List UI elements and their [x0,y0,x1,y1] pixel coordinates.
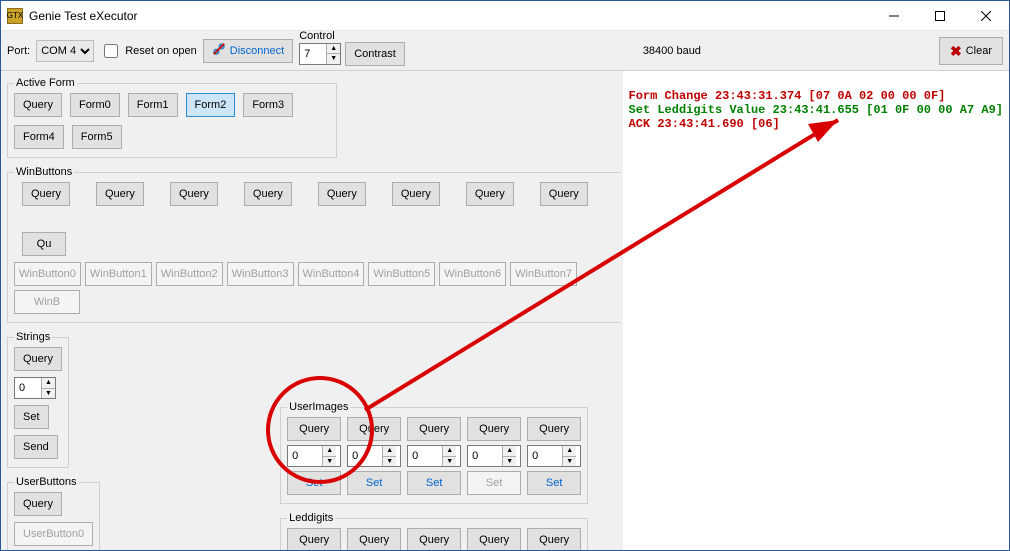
userbuttons-group: UserButtons Query UserButton0 ▲▼ Set Blo… [7,476,100,550]
leddigits-grid-query-4[interactable]: Query [527,528,581,550]
winbuttons-group: WinButtons Query Query Query Query Query Quer… [7,166,621,323]
leddigits-grid-query-0[interactable]: Query [287,528,341,550]
window-title: Genie Test eXecutor [29,9,138,23]
userimages-grid-set-0[interactable]: Set [287,471,341,495]
reset-on-open-checkbox[interactable] [104,44,118,58]
toolbar: Port: COM 4 Reset on open Disconnect Con… [1,31,1009,71]
userimages-grid-query-2[interactable]: Query [407,417,461,441]
active-form-legend: Active Form [14,77,77,89]
form-tab-form1[interactable]: Form1 [128,93,178,117]
leddigits-legend: Leddigits [287,512,335,524]
winbutton-query-8[interactable]: Qu [22,232,66,256]
port-select[interactable]: COM 4 [36,40,94,62]
leddigits-grid-query-1[interactable]: Query [347,528,401,550]
form-tab-form3[interactable]: Form3 [243,93,293,117]
winbutton-5[interactable]: WinButton5 [368,262,435,286]
userimages-grid-set-1[interactable]: Set [347,471,401,495]
userimages-legend: UserImages [287,401,350,413]
form-tab-form5[interactable]: Form5 [72,125,122,149]
winbutton-8[interactable]: WinB [14,290,80,314]
strings-send-button[interactable]: Send [14,435,58,459]
winbutton-query-5[interactable]: Query [392,182,440,206]
strings-group: Strings Query ▲▼ Set Send [7,331,69,468]
winbutton-4[interactable]: WinButton4 [298,262,365,286]
control-spinbox[interactable]: ▲▼ [299,43,341,65]
clear-button[interactable]: ✖ Clear [939,37,1003,65]
winbutton-2[interactable]: WinButton2 [156,262,223,286]
controls-pane: Active Form Query Form0 Form1 Form2 Form3 For… [1,71,621,550]
winbutton-1[interactable]: WinButton1 [85,262,152,286]
control-value[interactable] [300,44,326,64]
userimages-group: UserImages QueryQueryQueryQueryQuery▲▼▲▼… [280,401,588,504]
log-line: Form Change 23:43:31.374 [07 0A 02 00 00… [629,89,946,103]
control-label: Control [299,30,334,42]
winbutton-query-3[interactable]: Query [244,182,292,206]
winbutton-query-7[interactable]: Query [540,182,588,206]
form-tab-form2[interactable]: Form2 [186,93,236,117]
winbutton-query-0[interactable]: Query [22,182,70,206]
reset-on-open-label: Reset on open [125,45,197,57]
winbutton-0[interactable]: WinButton0 [14,262,81,286]
minimize-button[interactable] [871,1,917,31]
strings-query-button[interactable]: Query [14,347,62,371]
maximize-button[interactable] [917,1,963,31]
disconnect-button[interactable]: Disconnect [203,39,293,63]
close-button[interactable] [963,1,1009,31]
winbutton-query-6[interactable]: Query [466,182,514,206]
log-pane: Form Change 23:43:31.374 [07 0A 02 00 00… [621,71,1009,550]
userimages-grid-spinbox-0[interactable]: ▲▼ [287,445,341,467]
winbutton-query-4[interactable]: Query [318,182,366,206]
userimages-grid-query-1[interactable]: Query [347,417,401,441]
winbutton-query-1[interactable]: Query [96,182,144,206]
maximize-icon [935,11,945,21]
minimize-icon [889,11,899,21]
leddigits-grid-query-3[interactable]: Query [467,528,521,550]
userbuttons-legend: UserButtons [14,476,79,488]
userimages-grid-spinbox-4[interactable]: ▲▼ [527,445,581,467]
userimages-grid-query-4[interactable]: Query [527,417,581,441]
userbuttons-query-button[interactable]: Query [14,492,62,516]
app-icon: GTX [7,8,23,24]
userbutton0-button[interactable]: UserButton0 [14,522,93,546]
userimages-grid-spinbox-3[interactable]: ▲▼ [467,445,521,467]
userimages-grid-spinbox-2[interactable]: ▲▼ [407,445,461,467]
strings-legend: Strings [14,331,52,343]
form-tab-form4[interactable]: Form4 [14,125,64,149]
strings-set-button[interactable]: Set [14,405,49,429]
chevron-down-icon[interactable]: ▼ [327,54,340,64]
leddigits-group: Leddigits QueryQueryQueryQueryQuery▲▼▲▼▲… [280,512,588,550]
close-icon [981,11,991,21]
userimages-grid-query-3[interactable]: Query [467,417,521,441]
active-form-query-button[interactable]: Query [14,93,62,117]
log-line: Set Leddigits Value 23:43:41.655 [01 0F … [629,103,1003,117]
leddigits-grid-query-2[interactable]: Query [407,528,461,550]
contrast-button[interactable]: Contrast [345,42,405,66]
userimages-grid-set-2[interactable]: Set [407,471,461,495]
winbutton-query-2[interactable]: Query [170,182,218,206]
form-tab-form0[interactable]: Form0 [70,93,120,117]
disconnect-icon [212,42,226,59]
userimages-grid-query-0[interactable]: Query [287,417,341,441]
strings-spinbox[interactable]: ▲▼ [14,377,56,399]
log-line: ACK 23:43:41.690 [06] [629,117,780,131]
winbutton-3[interactable]: WinButton3 [227,262,294,286]
userimages-grid-spinbox-1[interactable]: ▲▼ [347,445,401,467]
userimages-grid-set-4[interactable]: Set [527,471,581,495]
winbutton-7[interactable]: WinButton7 [510,262,577,286]
winbuttons-legend: WinButtons [14,166,74,178]
clear-icon: ✖ [950,44,962,58]
chevron-up-icon[interactable]: ▲ [327,44,340,55]
titlebar: GTX Genie Test eXecutor [1,1,1009,31]
userimages-grid-set-3[interactable]: Set [467,471,521,495]
baud-text: 38400 baud [411,45,933,57]
winbutton-6[interactable]: WinButton6 [439,262,506,286]
port-label: Port: [7,45,30,57]
active-form-group: Active Form Query Form0 Form1 Form2 Form3 For… [7,77,337,158]
